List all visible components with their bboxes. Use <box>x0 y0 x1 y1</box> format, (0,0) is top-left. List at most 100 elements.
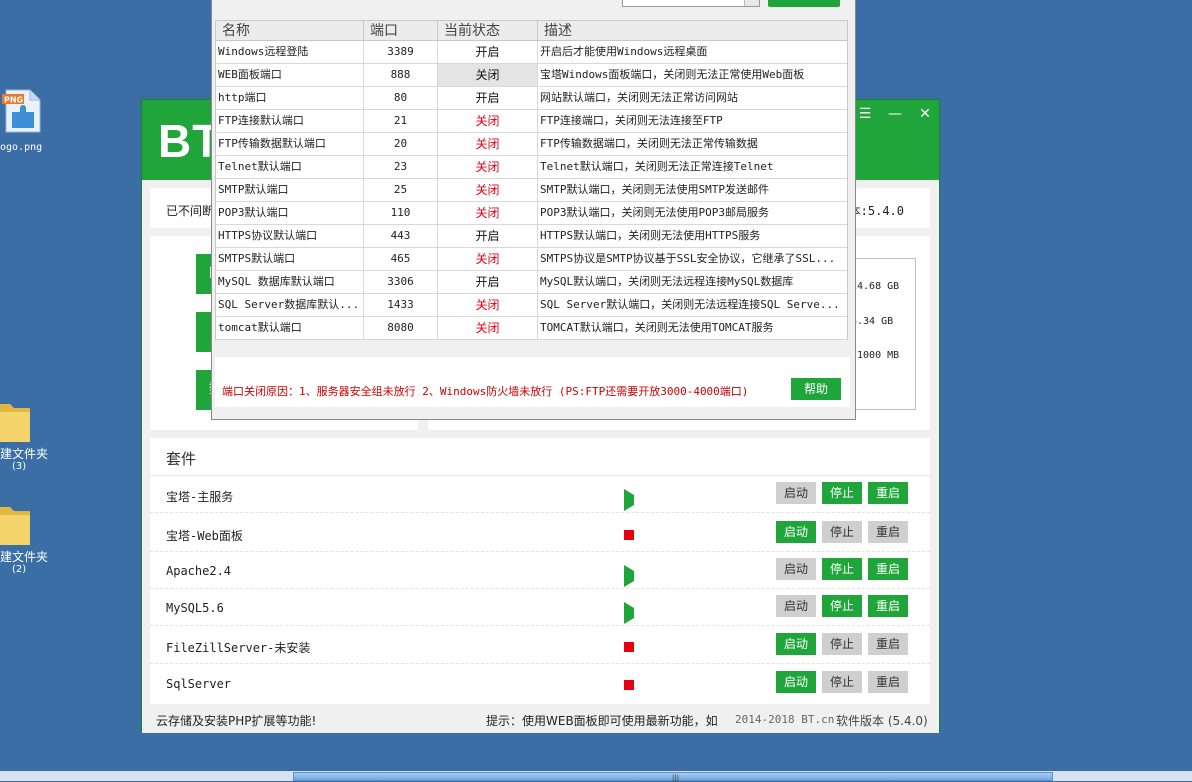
port-row[interactable]: POP3默认端口 110 关闭 POP3默认端口，关闭则无法使用POP3邮局服务 <box>216 202 847 225</box>
start-button[interactable]: 启动 <box>776 482 816 504</box>
stop-button[interactable]: 停止 <box>822 482 862 504</box>
start-button[interactable]: 启动 <box>776 595 816 617</box>
stop-button[interactable]: 停止 <box>822 558 862 580</box>
port-number: 23 <box>364 156 438 178</box>
start-button[interactable]: 启动 <box>776 671 816 693</box>
footer-tip: 提示：使用WEB面板即可使用最新功能，如 <box>486 714 718 728</box>
minimize-button[interactable]: — <box>884 104 906 124</box>
port-status-toggle[interactable]: 关闭 <box>438 317 538 339</box>
folder-label: 建文件夹 <box>0 447 49 461</box>
suite-card: 套件 宝塔-主服务 启动 停止 重启 宝塔-Web面板 启动 停止 重启 Apache2.4 启动… <box>150 438 930 704</box>
uptime-text: 已不间断 <box>166 204 215 218</box>
open-port-button[interactable] <box>768 0 840 7</box>
port-number: 3389 <box>364 41 438 63</box>
suite-row: MySQL5.6 启动 停止 重启 <box>150 589 930 626</box>
folder-number: (3) <box>12 461 27 472</box>
port-name: MySQL 数据库默认端口 <box>216 271 364 293</box>
stop-button[interactable]: 停止 <box>822 671 862 693</box>
close-reason-bar: 端口关闭原因：1、服务器安全组未放行 2、Windows防火墙未放行 (PS:F… <box>215 357 850 407</box>
suite-row: 宝塔-Web面板 启动 停止 重启 <box>150 515 930 552</box>
column-header-name[interactable]: 名称 <box>216 21 364 41</box>
close-reason-text: 端口关闭原因：1、服务器安全组未放行 2、Windows防火墙未放行 (PS:F… <box>222 385 749 398</box>
column-header-status[interactable]: 当前状态 <box>438 21 538 41</box>
port-status-toggle[interactable]: 开启 <box>438 41 538 63</box>
port-status-toggle[interactable]: 关闭 <box>438 202 538 224</box>
column-header-port[interactable]: 端口 <box>364 21 438 41</box>
port-status-toggle[interactable]: 开启 <box>438 271 538 293</box>
memory-usage: /1000 MB <box>851 350 900 361</box>
help-button[interactable]: 帮助 <box>791 378 841 400</box>
restart-button[interactable]: 重启 <box>868 671 908 693</box>
port-status-toggle[interactable]: 关闭 <box>438 248 538 270</box>
suite-name: 宝塔-主服务 <box>166 490 234 504</box>
port-status-toggle[interactable]: 关闭 <box>438 294 538 316</box>
restart-button[interactable]: 重启 <box>868 558 908 580</box>
port-row[interactable]: MySQL 数据库默认端口 3306 开启 MySQL默认端口，关闭则无法远程连接My… <box>216 271 847 294</box>
start-button[interactable]: 启动 <box>776 633 816 655</box>
port-description: MySQL默认端口，关闭则无法远程连接MySQL数据库 <box>540 275 794 288</box>
port-name: http端口 <box>216 87 364 109</box>
port-status-toggle[interactable]: 关闭 <box>438 179 538 201</box>
stop-button[interactable]: 停止 <box>822 595 862 617</box>
stop-button[interactable]: 停止 <box>822 521 862 543</box>
suite-row: Apache2.4 启动 停止 重启 <box>150 552 930 589</box>
restart-button[interactable]: 重启 <box>868 633 908 655</box>
port-number: 1433 <box>364 294 438 316</box>
restart-button[interactable]: 重启 <box>868 595 908 617</box>
stopped-icon <box>624 642 634 652</box>
port-row[interactable]: WEB面板端口 888 关闭 宝塔Windows面板端口，关闭则无法正常使用Web面板 <box>216 64 847 87</box>
row-divider <box>150 625 930 626</box>
menu-button[interactable]: ☰ <box>854 104 876 124</box>
stopped-icon <box>624 530 634 540</box>
disk-size: 24.68 GB <box>851 281 900 292</box>
stopped-icon <box>624 680 634 690</box>
restart-button[interactable]: 重启 <box>868 521 908 543</box>
port-description: TOMCAT默认端口，关闭则无法使用TOMCAT服务 <box>540 321 774 334</box>
start-button[interactable]: 启动 <box>776 558 816 580</box>
port-number: 3306 <box>364 271 438 293</box>
minimize-icon: — <box>888 106 902 122</box>
taskbar-window-item[interactable]: ||| <box>293 772 1053 782</box>
disk-free: 4.34 GB <box>851 316 894 327</box>
port-status-toggle[interactable]: 关闭 <box>438 133 538 155</box>
suite-title: 套件 <box>166 450 197 468</box>
port-row[interactable]: FTP连接默认端口 21 关闭 FTP连接端口，关闭则无法连接至FTP <box>216 110 847 133</box>
row-divider <box>150 512 930 513</box>
port-row[interactable]: FTP传输数据默认端口 20 关闭 FTP传输数据端口，关闭则无法正常传输数据 <box>216 133 847 156</box>
suite-row: SqlServer 启动 停止 重启 <box>150 665 930 702</box>
port-row[interactable]: http端口 80 开启 网站默认端口，关闭则无法正常访问网站 <box>216 87 847 110</box>
port-row[interactable]: SMTPS默认端口 465 关闭 SMTPS协议是SMTP协议基于SSL安全协议，它继… <box>216 248 847 271</box>
port-number: 443 <box>364 225 438 247</box>
port-status-toggle[interactable]: 关闭 <box>438 110 538 132</box>
port-row[interactable]: SQL Server数据库默认... 1433 关闭 SQL Server默认端口，关… <box>216 294 847 317</box>
folder-label: 建文件夹 <box>0 550 49 564</box>
port-row[interactable]: HTTPS协议默认端口 443 开启 HTTPS默认端口，关闭则无法使用HTTPS服务 <box>216 225 847 248</box>
port-number: 465 <box>364 248 438 270</box>
png-file-icon: PNG <box>2 89 41 133</box>
suite-name: Apache2.4 <box>166 564 232 578</box>
port-row[interactable]: SMTP默认端口 25 关闭 SMTP默认端口，关闭则无法使用SMTP发送邮件 <box>216 179 847 202</box>
port-description: FTP连接端口，关闭则无法连接至FTP <box>540 114 723 127</box>
port-status-toggle[interactable]: 开启 <box>438 87 538 109</box>
port-status-toggle[interactable]: 关闭 <box>438 156 538 178</box>
port-filter-input[interactable] <box>622 0 760 7</box>
footer-copyright: 2014-2018 BT.cn <box>735 713 835 726</box>
port-number: 80 <box>364 87 438 109</box>
column-header-description[interactable]: 描述 <box>538 21 847 41</box>
restart-button[interactable]: 重启 <box>868 482 908 504</box>
footer-version: 软件版本 (5.4.0) <box>836 714 928 728</box>
running-icon <box>624 489 644 511</box>
suite-name: SqlServer <box>166 677 232 691</box>
dropdown-icon[interactable] <box>744 0 759 6</box>
port-status-toggle[interactable]: 关闭 <box>438 64 538 86</box>
port-row[interactable]: Telnet默认端口 23 关闭 Telnet默认端口，关闭则无法正常连接Telnet <box>216 156 847 179</box>
start-button[interactable]: 启动 <box>776 521 816 543</box>
port-name: SMTPS默认端口 <box>216 248 364 270</box>
port-row[interactable]: Windows远程登陆 3389 开启 开启后才能使用Windows远程桌面 <box>216 41 847 64</box>
port-number: 20 <box>364 133 438 155</box>
close-button[interactable]: ✕ <box>914 104 936 124</box>
port-row[interactable]: tomcat默认端口 8080 关闭 TOMCAT默认端口，关闭则无法使用TOMCAT… <box>216 317 847 340</box>
port-status-toggle[interactable]: 开启 <box>438 225 538 247</box>
stop-button[interactable]: 停止 <box>822 633 862 655</box>
row-divider <box>150 663 930 664</box>
